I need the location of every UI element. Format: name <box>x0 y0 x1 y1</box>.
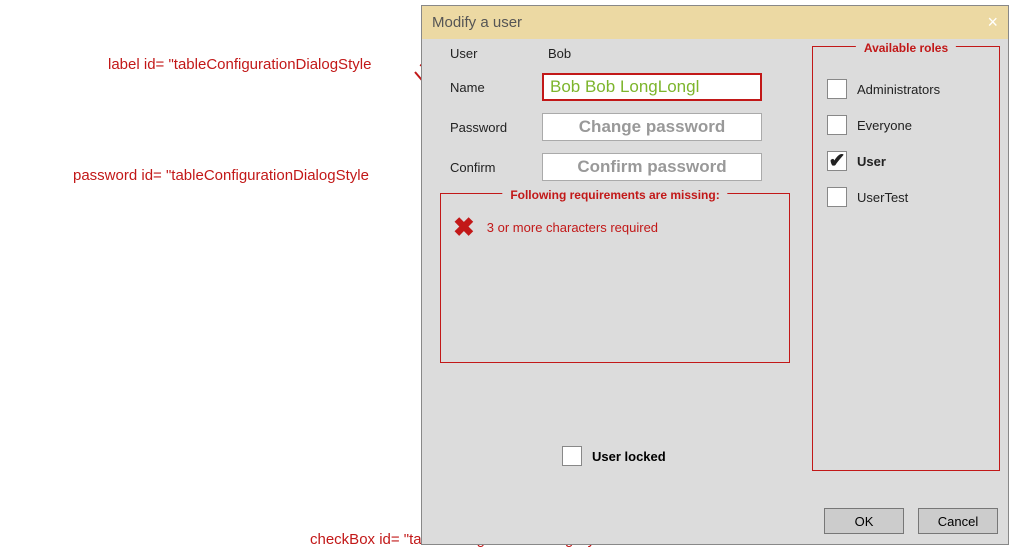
checkbox-icon[interactable] <box>827 79 847 99</box>
role-item-administrators[interactable]: Administrators <box>827 79 989 99</box>
confirm-input[interactable] <box>542 153 762 181</box>
role-label: User <box>857 154 886 169</box>
roles-title: Available roles <box>856 41 956 55</box>
checkbox-icon[interactable] <box>562 446 582 466</box>
role-label: Administrators <box>857 82 940 97</box>
password-input[interactable] <box>542 113 762 141</box>
role-item-usertest[interactable]: UserTest <box>827 187 989 207</box>
x-icon: ✖ <box>453 212 475 243</box>
requirement-text: 3 or more characters required <box>487 220 658 235</box>
role-label: UserTest <box>857 190 908 205</box>
user-locked-row[interactable]: User locked <box>562 446 666 466</box>
titlebar: Modify a user × <box>422 6 1008 39</box>
roles-groupbox: Available roles Administrators Everyone … <box>812 46 1000 471</box>
checkbox-icon[interactable] <box>827 187 847 207</box>
checkbox-checked-icon[interactable]: ✔ <box>827 151 847 171</box>
ok-button[interactable]: OK <box>824 508 904 534</box>
user-label: User <box>432 46 542 61</box>
password-label: Password <box>432 120 542 135</box>
annotation-label: label id= "tableConfigurationDialogStyle <box>108 56 371 73</box>
close-icon[interactable]: × <box>987 12 998 33</box>
role-label: Everyone <box>857 118 912 133</box>
confirm-label: Confirm <box>432 160 542 175</box>
user-locked-label: User locked <box>592 449 666 464</box>
requirements-title: Following requirements are missing: <box>502 188 727 202</box>
name-label: Name <box>432 80 542 95</box>
requirement-item: ✖ 3 or more characters required <box>453 212 777 243</box>
name-input[interactable] <box>542 73 762 101</box>
user-value: Bob <box>542 46 571 61</box>
annotation-password: password id= "tableConfigurationDialogSt… <box>73 167 369 184</box>
button-row: OK Cancel <box>824 508 998 534</box>
checkbox-icon[interactable] <box>827 115 847 135</box>
cancel-button[interactable]: Cancel <box>918 508 998 534</box>
role-item-everyone[interactable]: Everyone <box>827 115 989 135</box>
dialog-title: Modify a user <box>432 14 522 31</box>
requirements-groupbox: Following requirements are missing: ✖ 3 … <box>440 193 790 363</box>
role-item-user[interactable]: ✔ User <box>827 151 989 171</box>
modify-user-dialog: Modify a user × User Bob Name Password C… <box>421 5 1009 545</box>
